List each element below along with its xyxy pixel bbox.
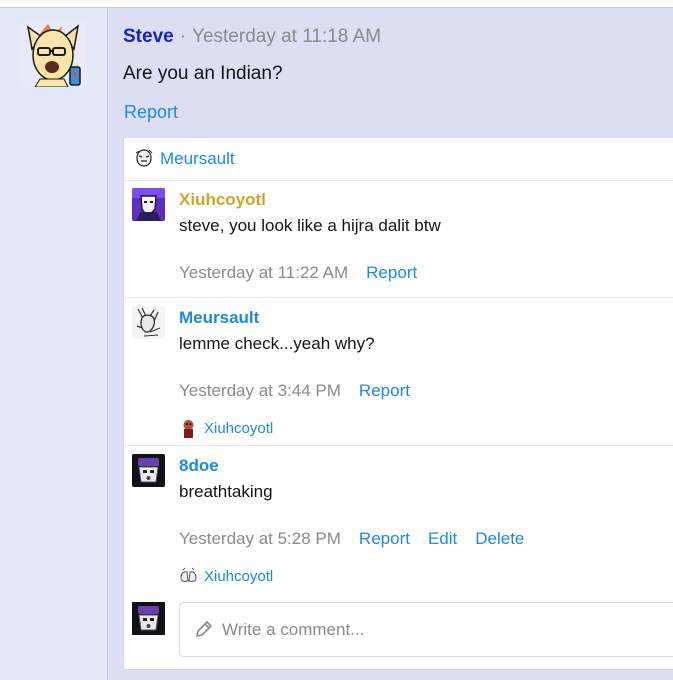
comment-text: steve, you look like a hijra dalit btw: [179, 216, 441, 235]
page: Steve · Yesterday at 11:18 AM Are you an I…: [0, 0, 673, 680]
comments-section: Meursault Xiuhcoyotl steve, you look lik…: [123, 137, 673, 670]
meursault-avatar[interactable]: [132, 306, 165, 339]
comment-edit-link[interactable]: Edit: [428, 529, 457, 548]
liked-by-user-link[interactable]: Xiuhcoyotl: [204, 420, 273, 437]
xiuhcoyotl-mini-avatar: [178, 566, 199, 586]
xiuhcoyotl-mini-avatar: [178, 418, 199, 438]
comment-report-link[interactable]: Report: [359, 381, 410, 400]
post-header-separator: ·: [179, 26, 187, 47]
post-message: Are you an Indian?: [123, 63, 283, 84]
liked-by-user-link[interactable]: Xiuhcoyotl: [204, 568, 273, 585]
post-user-gutter: [0, 8, 108, 680]
reaction-user-link[interactable]: Meursault: [160, 149, 235, 169]
comment-text: lemme check...yeah why?: [179, 334, 375, 353]
comment-report-link[interactable]: Report: [366, 263, 417, 282]
meursault-small-avatar: [134, 148, 154, 168]
comment-liked-by: Xiuhcoyotl: [178, 566, 273, 586]
steve-avatar-image: [20, 21, 86, 87]
current-user-avatar[interactable]: [132, 602, 165, 635]
post-author-name[interactable]: Steve: [123, 26, 174, 47]
post-header: Steve · Yesterday at 11:18 AM: [123, 26, 381, 48]
comment-author[interactable]: 8doe: [179, 456, 219, 476]
8doe-avatar[interactable]: [132, 454, 165, 487]
post-timestamp[interactable]: Yesterday at 11:18 AM: [192, 26, 381, 47]
post-report-link[interactable]: Report: [124, 102, 178, 123]
comment-meta: Yesterday at 5:28 PM Report Edit Delete: [179, 529, 524, 549]
comment-item: Xiuhcoyotl steve, you look like a hijra …: [124, 180, 673, 298]
comment-item: 8doe breathtaking Yesterday at 5:28 PM Re…: [124, 446, 673, 594]
reaction-row: Meursault: [124, 138, 673, 181]
write-comment-input[interactable]: Write a comment...: [179, 602, 673, 657]
steve-avatar[interactable]: [20, 21, 86, 87]
comment-meta: Yesterday at 11:22 AM Report: [179, 263, 417, 283]
write-comment-placeholder: Write a comment...: [222, 620, 365, 639]
comment-author[interactable]: Xiuhcoyotl: [179, 190, 266, 210]
comment-text: breathtaking: [179, 482, 273, 501]
comment-meta: Yesterday at 3:44 PM Report: [179, 381, 410, 401]
forum-post: Steve · Yesterday at 11:18 AM Are you an I…: [0, 7, 673, 680]
comment-timestamp[interactable]: Yesterday at 11:22 AM: [179, 263, 348, 282]
comment-item: Meursault lemme check...yeah why? Yester…: [124, 298, 673, 446]
comment-author[interactable]: Meursault: [179, 308, 259, 328]
comment-liked-by: Xiuhcoyotl: [178, 418, 273, 438]
comment-delete-link[interactable]: Delete: [475, 529, 524, 548]
comment-report-link[interactable]: Report: [359, 529, 410, 548]
comment-timestamp[interactable]: Yesterday at 5:28 PM: [179, 529, 341, 548]
pencil-icon: [196, 621, 212, 637]
comment-timestamp[interactable]: Yesterday at 3:44 PM: [179, 381, 341, 400]
xiuhcoyotl-avatar[interactable]: [132, 188, 165, 221]
